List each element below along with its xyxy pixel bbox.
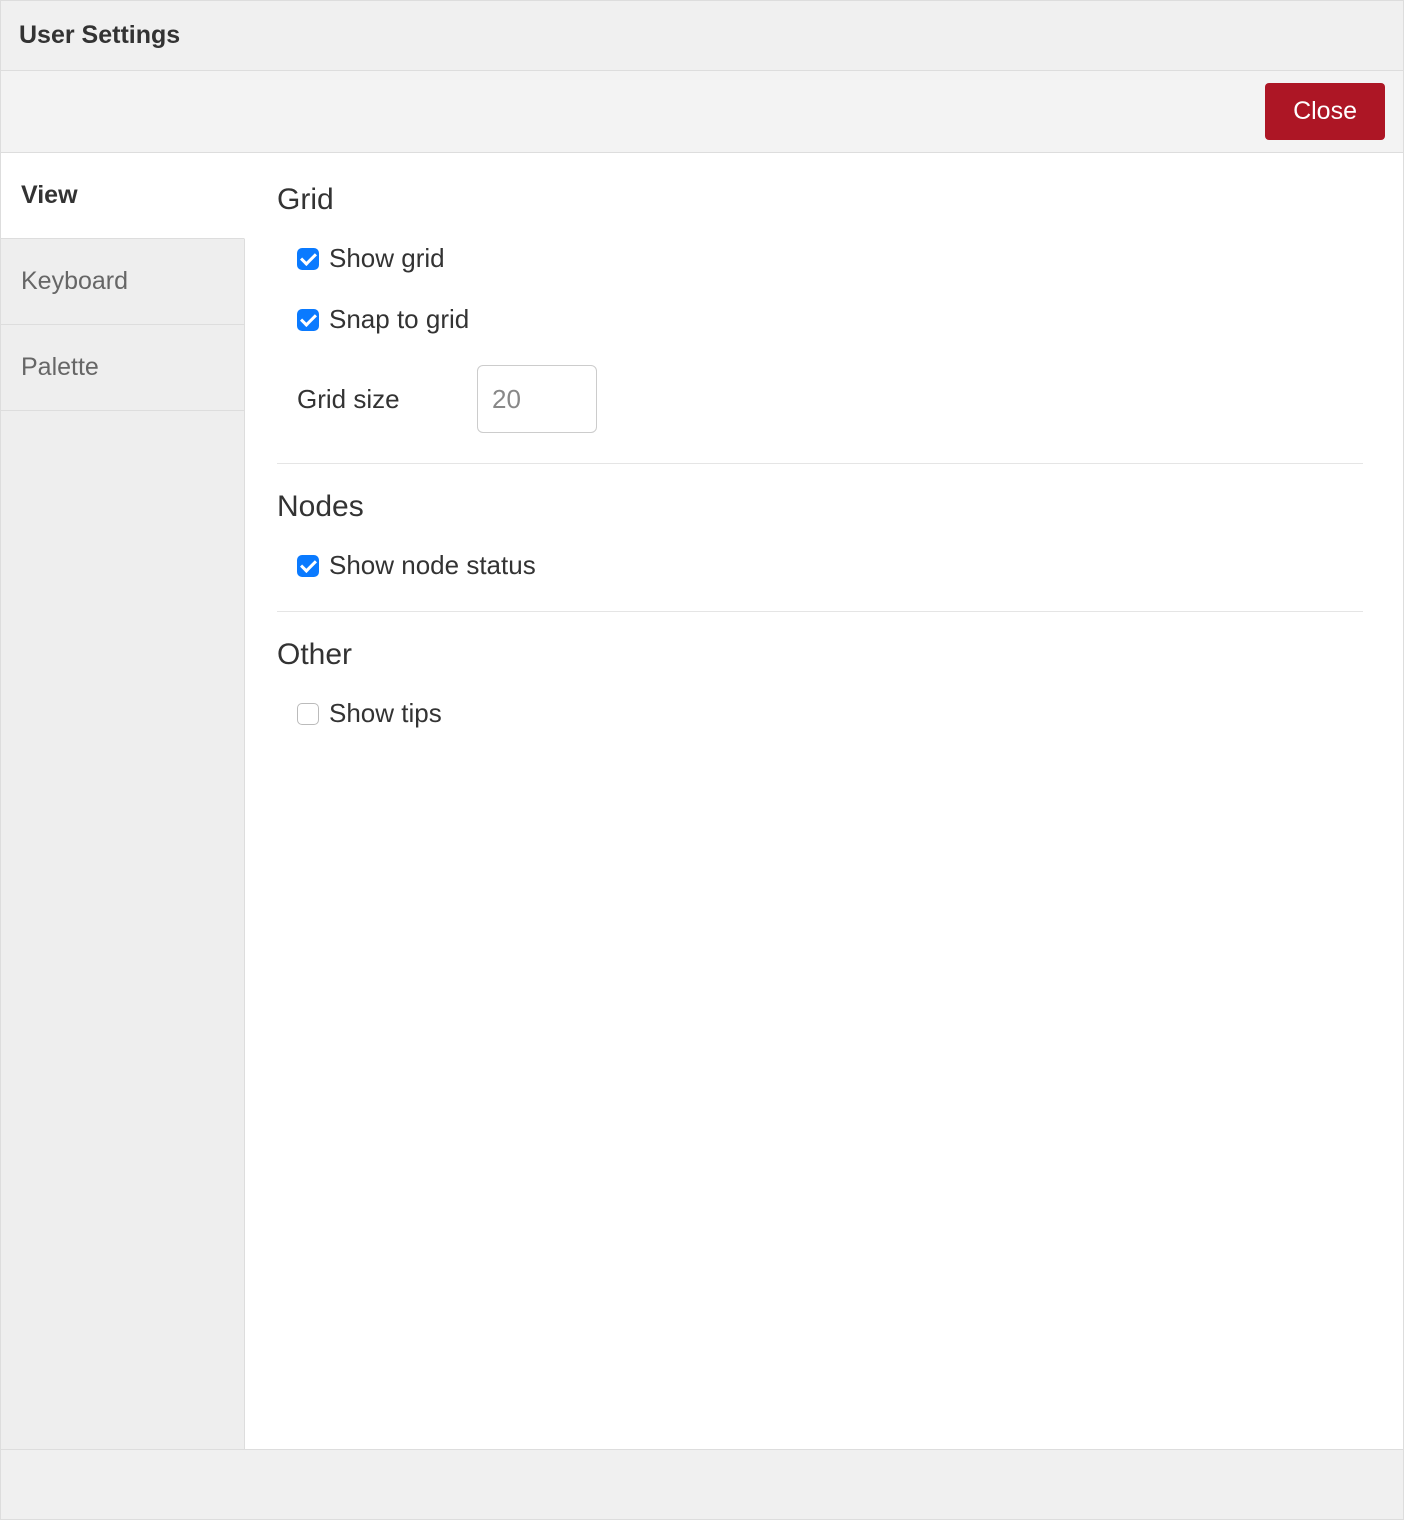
grid-size-input[interactable] [477,365,597,433]
snap-to-grid-label[interactable]: Snap to grid [329,304,469,335]
sidebar-item-palette[interactable]: Palette [1,325,244,411]
sidebar-item-label: View [21,181,78,209]
section-title-other: Other [277,638,1363,672]
show-tips-label[interactable]: Show tips [329,698,442,729]
dialog-toolbar: Close [1,71,1403,153]
settings-sidebar: View Keyboard Palette [1,153,245,1449]
settings-content: Grid Show grid Snap to grid Grid size No… [245,153,1403,1449]
dialog-body: View Keyboard Palette Grid Show grid Sna… [1,153,1403,1449]
row-grid-size: Grid size [277,365,1363,433]
grid-size-label: Grid size [297,384,477,415]
row-show-tips: Show tips [277,698,1363,729]
row-show-grid: Show grid [277,243,1363,274]
close-button[interactable]: Close [1265,83,1385,140]
section-title-grid: Grid [277,183,1363,217]
row-show-node-status: Show node status [277,550,1363,581]
dialog-header: User Settings [1,1,1403,71]
sidebar-item-label: Palette [21,353,99,381]
dialog-footer [1,1449,1403,1519]
show-node-status-checkbox[interactable] [297,555,319,577]
section-other: Other Show tips [277,638,1363,759]
snap-to-grid-checkbox[interactable] [297,309,319,331]
show-grid-checkbox[interactable] [297,248,319,270]
section-grid: Grid Show grid Snap to grid Grid size [277,183,1363,464]
user-settings-dialog: User Settings Close View Keyboard Palett… [0,0,1404,1520]
sidebar-item-view[interactable]: View [1,153,245,239]
section-nodes: Nodes Show node status [277,490,1363,612]
row-snap-to-grid: Snap to grid [277,304,1363,335]
show-tips-checkbox[interactable] [297,703,319,725]
section-title-nodes: Nodes [277,490,1363,524]
show-node-status-label[interactable]: Show node status [329,550,536,581]
sidebar-item-keyboard[interactable]: Keyboard [1,239,244,325]
dialog-title: User Settings [19,21,1385,50]
sidebar-item-label: Keyboard [21,267,128,295]
show-grid-label[interactable]: Show grid [329,243,445,274]
